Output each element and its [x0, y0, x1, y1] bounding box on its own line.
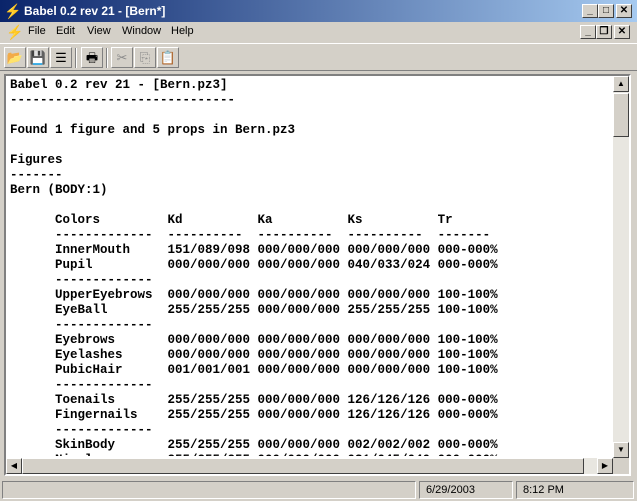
text-line: Figures — [10, 153, 63, 167]
mdi-minimize-button[interactable]: _ — [580, 25, 596, 39]
status-message-panel — [2, 481, 416, 499]
text-line: SkinBody 255/255/255 000/000/000 002/002… — [10, 438, 498, 452]
text-line: UpperEyebrows 000/000/000 000/000/000 00… — [10, 288, 498, 302]
scroll-up-button[interactable]: ▲ — [613, 76, 629, 92]
text-line: Toenails 255/255/255 000/000/000 126/126… — [10, 393, 498, 407]
horizontal-scroll-thumb[interactable] — [22, 458, 584, 474]
text-line: Eyelashes 000/000/000 000/000/000 000/00… — [10, 348, 498, 362]
status-time: 8:12 PM — [516, 481, 634, 499]
document-lightning-icon[interactable]: ⚡ — [6, 24, 23, 40]
close-button[interactable]: ✕ — [616, 4, 632, 18]
text-line: ------------- — [10, 378, 153, 392]
menu-edit[interactable]: Edit — [56, 25, 75, 37]
scroll-down-button[interactable]: ▼ — [613, 442, 629, 458]
menu-view[interactable]: View — [87, 25, 111, 37]
document-view[interactable]: Babel 0.2 rev 21 - [Bern.pz3] -----------… — [4, 74, 631, 476]
menu-help[interactable]: Help — [171, 25, 194, 37]
text-line: InnerMouth 151/089/098 000/000/000 000/0… — [10, 243, 498, 257]
title-bar[interactable]: ⚡ Babel 0.2 rev 21 - [Bern*] _ □ ✕ — [0, 0, 637, 22]
text-line: ------------------------------ — [10, 93, 236, 107]
document-text[interactable]: Babel 0.2 rev 21 - [Bern.pz3] -----------… — [10, 78, 610, 456]
scroll-right-button[interactable]: ▶ — [597, 458, 613, 474]
vertical-scrollbar[interactable]: ▲ ▼ — [613, 76, 629, 458]
text-line: Babel 0.2 rev 21 - [Bern.pz3] — [10, 78, 228, 92]
toolbar-separator — [75, 48, 77, 68]
maximize-button[interactable]: □ — [598, 4, 614, 18]
list-view-icon[interactable]: ☰ — [50, 47, 72, 68]
text-line — [10, 138, 610, 153]
text-line: Bern (BODY:1) — [10, 183, 108, 197]
text-line: Pupil 000/000/000 000/000/000 040/033/02… — [10, 258, 498, 272]
text-line: ------------- — [10, 423, 153, 437]
mdi-close-button[interactable]: ✕ — [614, 25, 630, 39]
text-line: Found 1 figure and 5 props in Bern.pz3 — [10, 123, 296, 137]
scrollbar-corner — [613, 458, 629, 474]
text-line: Colors Kd Ka Ks Tr — [10, 213, 453, 227]
status-date: 6/29/2003 — [419, 481, 513, 499]
save-disk-icon[interactable]: 💾 — [27, 47, 49, 68]
text-line — [10, 198, 610, 213]
text-line: Fingernails 255/255/255 000/000/000 126/… — [10, 408, 498, 422]
horizontal-scrollbar[interactable]: ◀ ▶ — [6, 458, 613, 474]
text-line: EyeBall 255/255/255 000/000/000 255/255/… — [10, 303, 498, 317]
scroll-left-button[interactable]: ◀ — [6, 458, 22, 474]
paste-icon[interactable]: 📋 — [157, 47, 179, 68]
text-line: ------------- ---------- ---------- ----… — [10, 228, 491, 242]
toolbar-separator — [106, 48, 108, 68]
menu-window[interactable]: Window — [122, 25, 161, 37]
menu-file[interactable]: File — [28, 25, 46, 37]
window-title: Babel 0.2 rev 21 - [Bern*] — [24, 4, 166, 18]
text-line: ------- — [10, 168, 63, 182]
text-line: PubicHair 001/001/001 000/000/000 000/00… — [10, 363, 498, 377]
text-line: ------------- — [10, 318, 153, 332]
minimize-button[interactable]: _ — [582, 4, 598, 18]
copy-icon[interactable]: ⎘ — [134, 47, 156, 68]
open-folder-icon[interactable]: 📂 — [4, 47, 26, 68]
mdi-restore-button[interactable]: ❐ — [596, 25, 612, 39]
vertical-scroll-thumb[interactable] — [613, 93, 629, 137]
toolbar: 📂 💾 ☰ 🖶 ✂ ⎘ 📋 — [0, 43, 637, 71]
text-line: Nipples 255/255/255 000/000/000 031/045/… — [10, 453, 610, 456]
app-lightning-icon[interactable]: ⚡ — [4, 3, 21, 19]
cut-icon[interactable]: ✂ — [111, 47, 133, 68]
status-bar: 6/29/2003 8:12 PM — [0, 479, 637, 501]
print-icon[interactable]: 🖶 — [81, 47, 103, 68]
menu-bar: ⚡ File Edit View Window Help _ ❐ ✕ — [0, 22, 637, 42]
text-line: Eyebrows 000/000/000 000/000/000 000/000… — [10, 333, 498, 347]
text-line — [10, 108, 610, 123]
text-line: ------------- — [10, 273, 153, 287]
